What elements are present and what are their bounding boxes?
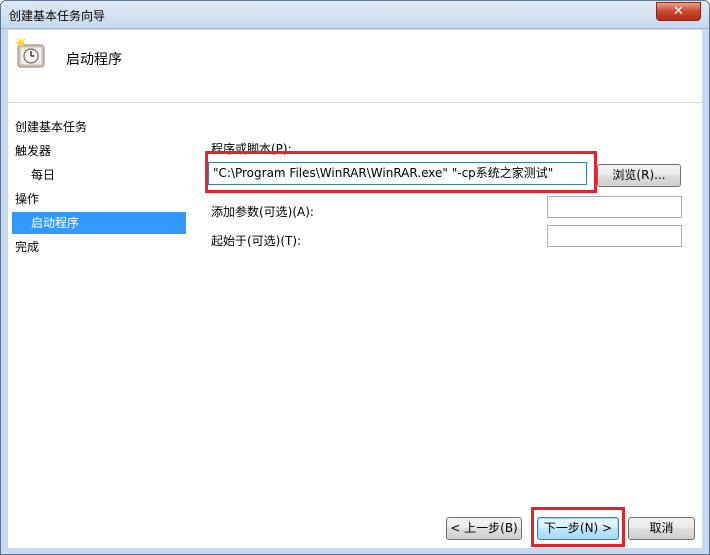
wizard-footer: < 上一步(B) 下一步(N) > 取消	[8, 500, 702, 548]
start-in-input[interactable]	[547, 225, 682, 247]
back-button[interactable]: < 上一步(B)	[446, 517, 522, 540]
browse-button[interactable]: 浏览(R)...	[597, 164, 681, 187]
clock-task-icon	[16, 38, 45, 68]
nav-step-daily: 每日	[31, 168, 56, 182]
wizard-client-area: 启动程序 创建基本任务 触发器 每日 操作 启动程序 完成 程序或脚本(P): …	[8, 30, 702, 548]
window-title: 创建基本任务向导	[9, 9, 106, 23]
page-title: 启动程序	[66, 52, 122, 68]
nav-step-action: 操作	[15, 192, 40, 206]
annotation-highlight-program	[205, 151, 597, 193]
cancel-button[interactable]: 取消	[628, 517, 695, 540]
nav-step-trigger: 触发器	[15, 144, 52, 158]
start-in-label: 起始于(可选)(T):	[211, 234, 302, 248]
nav-step-create-basic-task: 创建基本任务	[15, 120, 88, 134]
annotation-highlight-next	[531, 507, 625, 547]
arguments-input[interactable]	[547, 196, 682, 218]
close-button[interactable]: ✕	[656, 2, 701, 21]
header-divider	[8, 102, 702, 103]
wizard-header: 启动程序	[8, 30, 702, 102]
task-wizard-window: 创建基本任务向导 ✕ 启动程序 创建基本任务 触发器 每日 操作 启动程序 完成…	[0, 0, 710, 555]
arguments-label: 添加参数(可选)(A):	[211, 205, 314, 219]
title-bar[interactable]: 创建基本任务向导 ✕	[1, 1, 709, 29]
nav-step-start-program: 启动程序	[12, 212, 186, 234]
close-icon: ✕	[673, 4, 684, 19]
nav-step-finish: 完成	[15, 240, 40, 254]
